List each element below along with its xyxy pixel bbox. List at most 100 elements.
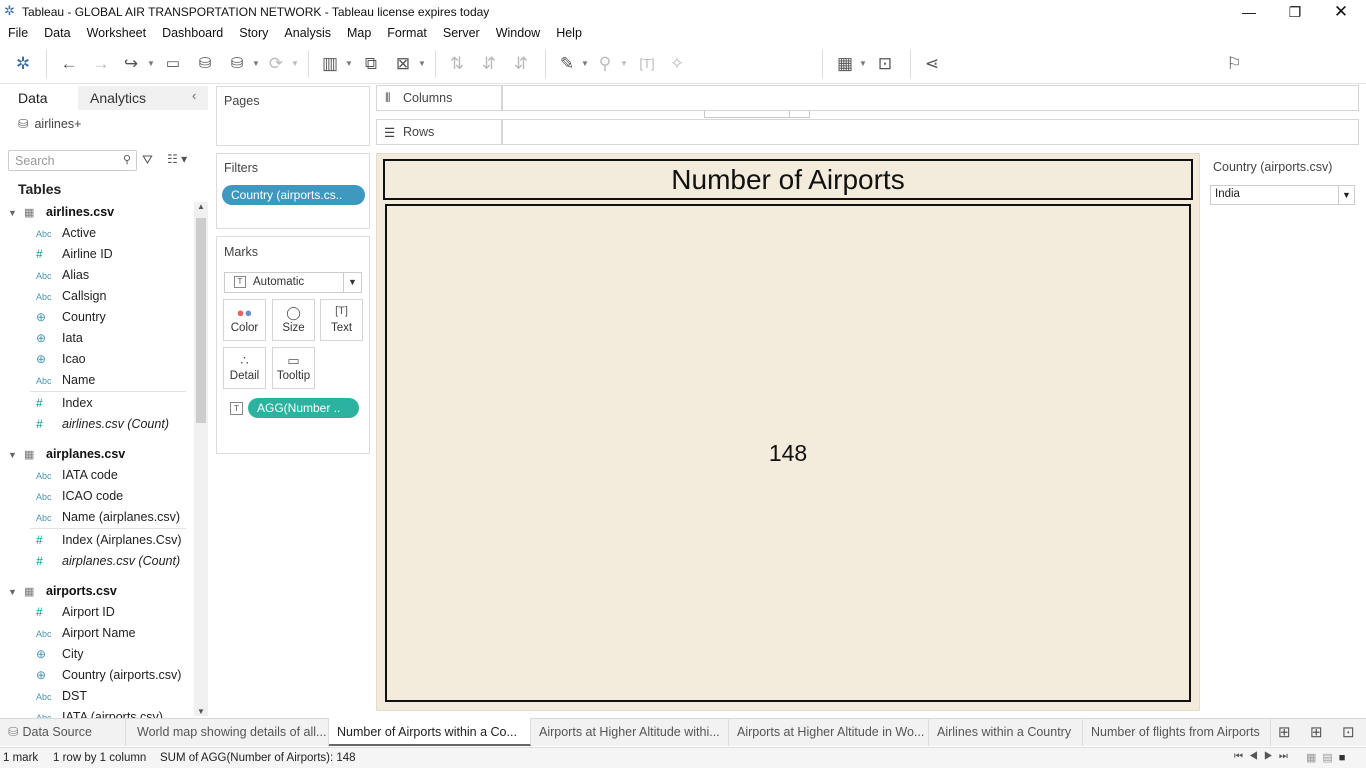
menu-file[interactable]: File xyxy=(0,24,36,44)
chevron-down-icon[interactable]: ▼ xyxy=(859,56,867,72)
collapse-pane-icon[interactable]: ‹ xyxy=(192,88,196,103)
field-item[interactable]: Abc Alias xyxy=(36,268,89,282)
sheet-navigation-icon[interactable]: ⏮◀▶⏭ xyxy=(1234,751,1294,762)
tab-data-source[interactable]: ⛁ Data Source xyxy=(0,718,126,746)
redo-icon[interactable]: → xyxy=(90,54,112,74)
menu-data[interactable]: Data xyxy=(36,24,78,44)
chevron-down-icon[interactable]: ▼ xyxy=(147,56,155,72)
menu-map[interactable]: Map xyxy=(339,24,379,44)
redo-drop-icon[interactable]: ↪ xyxy=(120,54,142,74)
scrollbar-thumb[interactable] xyxy=(196,218,206,423)
chevron-down-icon[interactable]: ▼ xyxy=(620,56,628,72)
scroll-down-icon[interactable]: ▼ xyxy=(197,707,205,716)
search-input[interactable]: Search ⚲ xyxy=(8,150,137,171)
chevron-down-icon[interactable]: ▼ xyxy=(291,56,299,72)
size-button[interactable]: ◯ Size xyxy=(272,299,315,341)
field-item[interactable]: # airlines.csv (Count) xyxy=(36,417,169,431)
field-item[interactable]: # Airport ID xyxy=(36,605,115,619)
field-item[interactable]: Abc Active xyxy=(36,226,96,240)
field-item[interactable]: Abc Name xyxy=(36,373,95,387)
duplicate-sheet-icon[interactable]: ⧉ xyxy=(360,54,382,74)
restore-icon[interactable]: ❐ xyxy=(1272,2,1318,22)
fix-axes-icon[interactable]: ✧ xyxy=(666,54,688,74)
menu-worksheet[interactable]: Worksheet xyxy=(79,24,155,44)
menu-help[interactable]: Help xyxy=(548,24,590,44)
datasource-item[interactable]: ⛁ airlines+ xyxy=(18,116,81,131)
tab-sheet[interactable]: Number of flights from Airports xyxy=(1083,718,1271,746)
field-item[interactable]: # Airline ID xyxy=(36,247,113,261)
field-item[interactable]: Abc Callsign xyxy=(36,289,106,303)
field-item[interactable]: ⊕ Country xyxy=(36,310,106,324)
tab-sheet[interactable]: Airports at Higher Altitude withi... xyxy=(531,718,729,746)
chevron-down-icon[interactable]: ▼ xyxy=(581,56,589,72)
menu-format[interactable]: Format xyxy=(379,24,435,44)
menu-server[interactable]: Server xyxy=(435,24,488,44)
new-worksheet-icon[interactable]: ▥ xyxy=(319,54,341,74)
menu-dashboard[interactable]: Dashboard xyxy=(154,24,231,44)
tableau-icon[interactable]: ✲ xyxy=(12,54,34,74)
tab-sheet[interactable]: Airlines within a Country xyxy=(929,718,1083,746)
view-list-icon[interactable]: ☷ ▾ xyxy=(167,152,187,166)
field-item[interactable]: Abc Name (airplanes.csv) xyxy=(36,510,180,524)
detail-button[interactable]: ∴ Detail xyxy=(223,347,266,389)
field-item[interactable]: ⊕ Iata xyxy=(36,331,83,345)
clear-sheet-icon[interactable]: ⊠ xyxy=(392,54,414,74)
sort-ascending-icon[interactable]: ⇵ xyxy=(478,54,500,74)
rows-shelf[interactable] xyxy=(502,119,1359,145)
tab-analytics[interactable]: Analytics xyxy=(78,86,208,110)
scroll-up-icon[interactable]: ▲ xyxy=(197,202,205,211)
tab-sheet[interactable]: Airports at Higher Altitude in Wo... xyxy=(729,718,929,746)
field-item[interactable]: ⊕ Icao xyxy=(36,352,86,366)
new-story-icon[interactable]: ⊡ xyxy=(1342,723,1355,741)
new-datasource-icon[interactable]: ⛁ xyxy=(194,54,216,74)
text-button[interactable]: [T] Text xyxy=(320,299,363,341)
refresh-icon[interactable]: ⟳ xyxy=(265,54,287,74)
presentation-mode-icon[interactable]: ⊡ xyxy=(874,54,896,74)
view-title[interactable]: Number of Airports xyxy=(383,159,1193,200)
filter-icon[interactable]: ⛛ xyxy=(142,152,153,168)
menu-story[interactable]: Story xyxy=(231,24,276,44)
chevron-down-icon[interactable]: ▼ xyxy=(418,56,426,72)
tab-sheet[interactable]: World map showing details of all... xyxy=(129,718,329,746)
field-item[interactable]: ⊕ City xyxy=(36,647,84,661)
tab-sheet-active[interactable]: Number of Airports within a Co... xyxy=(329,718,531,746)
new-worksheet-icon[interactable]: ⊞ xyxy=(1278,723,1291,741)
chevron-down-icon[interactable]: ▼ xyxy=(252,56,260,72)
save-icon[interactable]: ▭ xyxy=(162,54,184,74)
minimize-icon[interactable]: — xyxy=(1226,2,1272,22)
field-item[interactable]: # Index xyxy=(36,396,93,410)
field-item[interactable]: Abc DST xyxy=(36,689,87,703)
table-airports[interactable]: ▼ ▦ airports.csv xyxy=(8,584,117,598)
menu-window[interactable]: Window xyxy=(488,24,548,44)
mark-type-dropdown[interactable]: T Automatic ▼ xyxy=(224,272,362,293)
table-airplanes[interactable]: ▼ ▦ airplanes.csv xyxy=(8,447,125,461)
group-icon[interactable]: ⚲ xyxy=(594,54,616,74)
pause-updates-icon[interactable]: ⛁ xyxy=(226,54,248,74)
filter-pill[interactable]: Country (airports.cs.. xyxy=(222,185,365,205)
data-pane-scrollbar[interactable]: ▲ ▼ xyxy=(194,202,208,716)
tooltip-button[interactable]: ▭ Tooltip xyxy=(272,347,315,389)
field-item[interactable]: Abc Airport Name xyxy=(36,626,136,640)
swap-icon[interactable]: ⇅ xyxy=(446,54,468,74)
field-item[interactable]: ⊕ Country (airports.csv) xyxy=(36,668,181,682)
field-item[interactable]: Abc IATA code xyxy=(36,468,118,482)
sheet-view-toggle-icon[interactable]: ▦▤■ xyxy=(1306,751,1351,764)
sort-descending-icon[interactable]: ⇵ xyxy=(510,54,532,74)
pages-card[interactable]: Pages xyxy=(216,86,370,146)
highlight-icon[interactable]: ✎ xyxy=(556,54,578,74)
new-dashboard-icon[interactable]: ⊞ xyxy=(1310,723,1323,741)
chevron-down-icon[interactable]: ▼ xyxy=(345,56,353,72)
tab-data[interactable]: Data xyxy=(0,86,78,110)
field-item[interactable]: # airplanes.csv (Count) xyxy=(36,554,180,568)
field-item[interactable]: Abc IATA (airports.csv) xyxy=(36,710,163,718)
show-cards-icon[interactable]: ▦ xyxy=(834,54,856,74)
labels-icon[interactable]: [T] xyxy=(636,54,658,74)
marks-text-pill[interactable]: AGG(Number .. xyxy=(248,398,359,418)
table-airlines[interactable]: ▼ ▦ airlines.csv xyxy=(8,205,114,219)
format-painter-icon[interactable]: ⚐ xyxy=(1223,54,1245,74)
menu-analysis[interactable]: Analysis xyxy=(276,24,339,44)
close-icon[interactable]: ✕ xyxy=(1318,2,1364,22)
quick-filter-dropdown[interactable]: India ▼ xyxy=(1210,185,1355,205)
color-button[interactable]: ●● Color xyxy=(223,299,266,341)
field-item[interactable]: Abc ICAO code xyxy=(36,489,123,503)
